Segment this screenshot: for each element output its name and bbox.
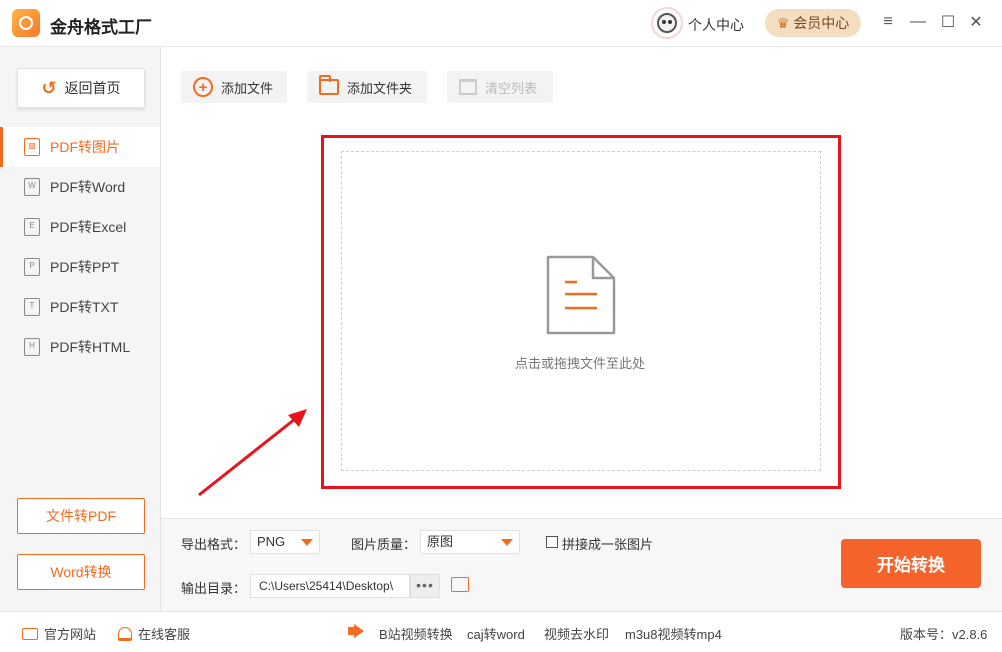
quality-value: 原图 xyxy=(427,534,454,549)
back-home-button[interactable]: ↺ 返回首页 xyxy=(17,68,145,108)
document-icon xyxy=(546,255,616,335)
minimize-icon[interactable]: — xyxy=(908,12,928,32)
official-site-link[interactable]: 官方网站 xyxy=(22,624,96,643)
sidebar-item-label: PDF转Word xyxy=(50,179,126,195)
word-file-icon: W xyxy=(24,178,40,196)
image-file-icon: ▨ xyxy=(24,138,40,156)
output-path-input[interactable]: C:\Users\25414\Desktop\ xyxy=(250,574,410,598)
vip-center-label: 会员中心 xyxy=(793,15,850,31)
sidebar-item-label: PDF转TXT xyxy=(50,299,119,315)
sidebar: ↺ 返回首页 ▨ PDF转图片 W PDF转Word E PDF转Excel P… xyxy=(0,47,161,611)
txt-file-icon: T xyxy=(24,298,40,316)
vip-center-button[interactable]: ♛ 会员中心 xyxy=(765,9,861,37)
start-convert-button[interactable]: 开始转换 xyxy=(841,539,981,588)
return-arrow-icon: ↺ xyxy=(41,77,57,98)
sidebar-item-pdf-to-excel[interactable]: E PDF转Excel xyxy=(0,207,160,247)
close-icon[interactable]: ✕ xyxy=(966,12,986,32)
headset-icon xyxy=(118,626,132,641)
user-center-link[interactable]: 个人中心 xyxy=(688,15,744,35)
sidebar-item-pdf-to-ppt[interactable]: P PDF转PPT xyxy=(0,247,160,287)
quality-select[interactable]: 原图 xyxy=(420,530,520,554)
footer-link-m3u8[interactable]: m3u8视频转mp4 xyxy=(625,624,722,643)
sidebar-item-label: PDF转PPT xyxy=(50,259,120,275)
crown-icon: ♛ xyxy=(776,14,790,31)
drop-hint-text: 点击或拖拽文件至此处 xyxy=(514,356,645,371)
file-to-pdf-button[interactable]: 文件转PDF xyxy=(17,498,145,534)
html-file-icon: H xyxy=(24,338,40,356)
ppt-file-icon: P xyxy=(24,258,40,276)
browse-more-button[interactable]: ••• xyxy=(410,574,440,598)
online-service-label: 在线客服 xyxy=(138,627,191,642)
footer-link-watermark[interactable]: 视频去水印 xyxy=(544,624,609,643)
megaphone-icon xyxy=(348,624,366,638)
footer: 官方网站 在线客服 B站视频转换 caj转word 视频去水印 m3u8视频转m… xyxy=(0,611,1002,652)
app-logo-icon xyxy=(12,9,40,37)
format-value: PNG xyxy=(257,534,286,549)
red-arrow-annotation xyxy=(198,409,307,497)
word-convert-button[interactable]: Word转换 xyxy=(17,554,145,590)
merge-checkbox[interactable] xyxy=(546,536,558,548)
official-site-label: 官方网站 xyxy=(44,627,97,642)
version-text: 版本号：v2.8.6 xyxy=(900,627,988,642)
sidebar-item-label: PDF转Excel xyxy=(50,219,127,235)
add-file-label: 添加文件 xyxy=(221,80,274,96)
avatar[interactable] xyxy=(651,7,683,39)
merge-label: 拼接成一张图片 xyxy=(562,537,654,552)
chevron-down-icon xyxy=(501,539,513,546)
folder-icon xyxy=(319,75,339,95)
plus-icon: + xyxy=(193,77,213,97)
maximize-icon[interactable]: ☐ xyxy=(938,12,958,32)
sidebar-item-pdf-to-word[interactable]: W PDF转Word xyxy=(0,167,160,207)
add-folder-button[interactable]: 添加文件夹 xyxy=(307,71,427,103)
sidebar-item-pdf-to-html[interactable]: H PDF转HTML xyxy=(0,327,160,367)
add-folder-label: 添加文件夹 xyxy=(347,80,413,96)
sidebar-item-pdf-to-image[interactable]: ▨ PDF转图片 xyxy=(0,127,160,167)
format-label: 导出格式： xyxy=(181,537,247,552)
format-select[interactable]: PNG xyxy=(250,530,320,554)
title-bar: 金舟格式工厂 个人中心 ♛ 会员中心 ≡ — ☐ ✕ xyxy=(0,0,1002,47)
app-title: 金舟格式工厂 xyxy=(50,18,152,37)
quality-label: 图片质量： xyxy=(351,537,417,552)
clear-list-button[interactable]: 清空列表 xyxy=(447,71,553,103)
online-service-link[interactable]: 在线客服 xyxy=(118,624,190,643)
sidebar-item-label: PDF转HTML xyxy=(50,339,131,355)
footer-link-bilibili[interactable]: B站视频转换 xyxy=(379,624,453,643)
menu-icon[interactable]: ≡ xyxy=(878,12,898,32)
back-home-label: 返回首页 xyxy=(64,80,121,96)
sidebar-item-label: PDF转图片 xyxy=(50,139,120,155)
clear-list-label: 清空列表 xyxy=(485,80,538,96)
add-file-button[interactable]: + 添加文件 xyxy=(181,71,287,103)
open-folder-icon[interactable] xyxy=(451,577,469,592)
sidebar-item-pdf-to-txt[interactable]: T PDF转TXT xyxy=(0,287,160,327)
footer-link-caj-word[interactable]: caj转word xyxy=(467,624,525,643)
excel-file-icon: E xyxy=(24,218,40,236)
output-label: 输出目录： xyxy=(181,581,247,596)
monitor-icon xyxy=(22,627,38,640)
chevron-down-icon xyxy=(301,539,313,546)
trash-icon xyxy=(459,79,477,95)
